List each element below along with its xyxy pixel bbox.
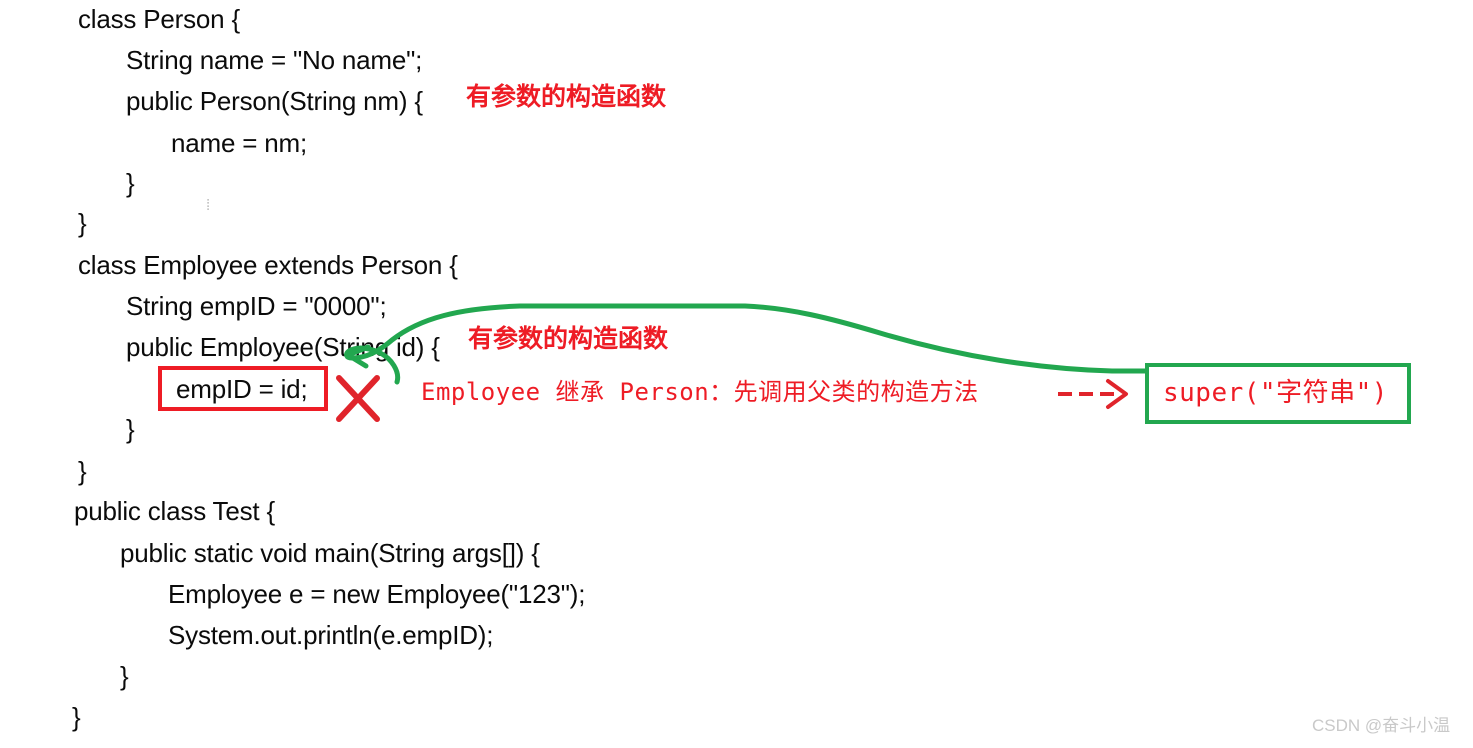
code-line: public Employee(String id) { xyxy=(126,332,440,362)
code-line: } xyxy=(126,414,135,444)
code-line: class Employee extends Person { xyxy=(78,250,458,280)
code-line: } xyxy=(72,702,81,732)
code-line: Employee e = new Employee("123"); xyxy=(168,579,586,609)
red-dashed-arrow xyxy=(1058,379,1128,409)
code-line: String name = "No name"; xyxy=(126,45,423,75)
code-line: public Person(String nm) { xyxy=(126,86,423,116)
annotation-person-constructor: 有参数的构造函数 xyxy=(466,82,667,111)
annotated-code-canvas: class Person { String name = "No name"; … xyxy=(0,0,1473,748)
code-line: } xyxy=(78,208,87,238)
code-line: System.out.println(e.empID); xyxy=(168,620,494,650)
highlight-box-empid-assignment xyxy=(158,366,328,411)
code-line: } xyxy=(126,168,135,198)
green-curve-pointer xyxy=(344,303,1149,385)
code-line: name = nm; xyxy=(171,128,308,158)
code-line: } xyxy=(78,456,87,486)
caret-artifact: ⁞ xyxy=(206,197,211,214)
annotation-inheritance-rule: Employee 继承 Person：先调用父类的构造方法 xyxy=(421,378,979,406)
code-line: public static void main(String args[]) { xyxy=(120,538,540,568)
code-line: class Person { xyxy=(78,4,240,34)
super-call-text: super("字符串") xyxy=(1163,378,1388,408)
code-line: } xyxy=(120,661,129,691)
red-cross-wrong-mark xyxy=(336,375,380,422)
annotation-employee-constructor: 有参数的构造函数 xyxy=(468,324,669,353)
csdn-watermark: CSDN @奋斗小温 xyxy=(1312,716,1451,735)
code-line: public class Test { xyxy=(74,496,275,526)
code-line: String empID = "0000"; xyxy=(126,291,387,321)
